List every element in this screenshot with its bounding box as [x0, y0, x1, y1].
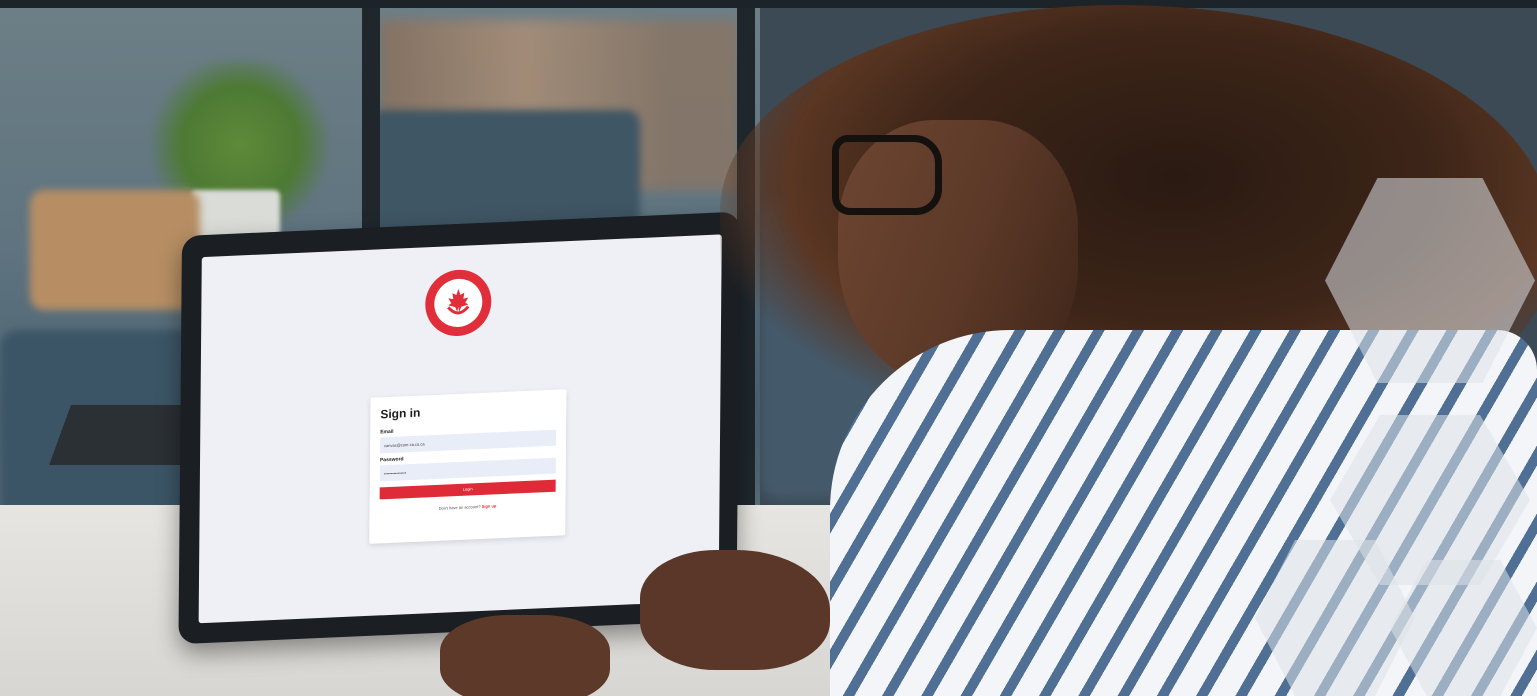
signup-line: Don't have an account? Sign up	[379, 501, 555, 514]
photo-scene: Sign in Email Password Login Don't have …	[0, 0, 1537, 696]
logo-center	[434, 277, 483, 328]
cushion	[30, 190, 200, 310]
top-frame	[0, 0, 1537, 8]
right-hand	[640, 550, 830, 670]
left-hand	[440, 615, 610, 696]
maple-leaf-seal-icon	[425, 268, 492, 338]
signin-card: Sign in Email Password Login Don't have …	[369, 389, 567, 544]
login-button[interactable]: Login	[379, 479, 556, 499]
signin-title: Sign in	[380, 405, 421, 422]
glasses	[832, 135, 942, 215]
signup-prompt: Don't have an account?	[438, 503, 481, 511]
maple-leaf-icon	[447, 288, 470, 315]
laptop-screen: Sign in Email Password Login Don't have …	[198, 234, 722, 624]
signup-link[interactable]: Sign up	[482, 503, 497, 509]
